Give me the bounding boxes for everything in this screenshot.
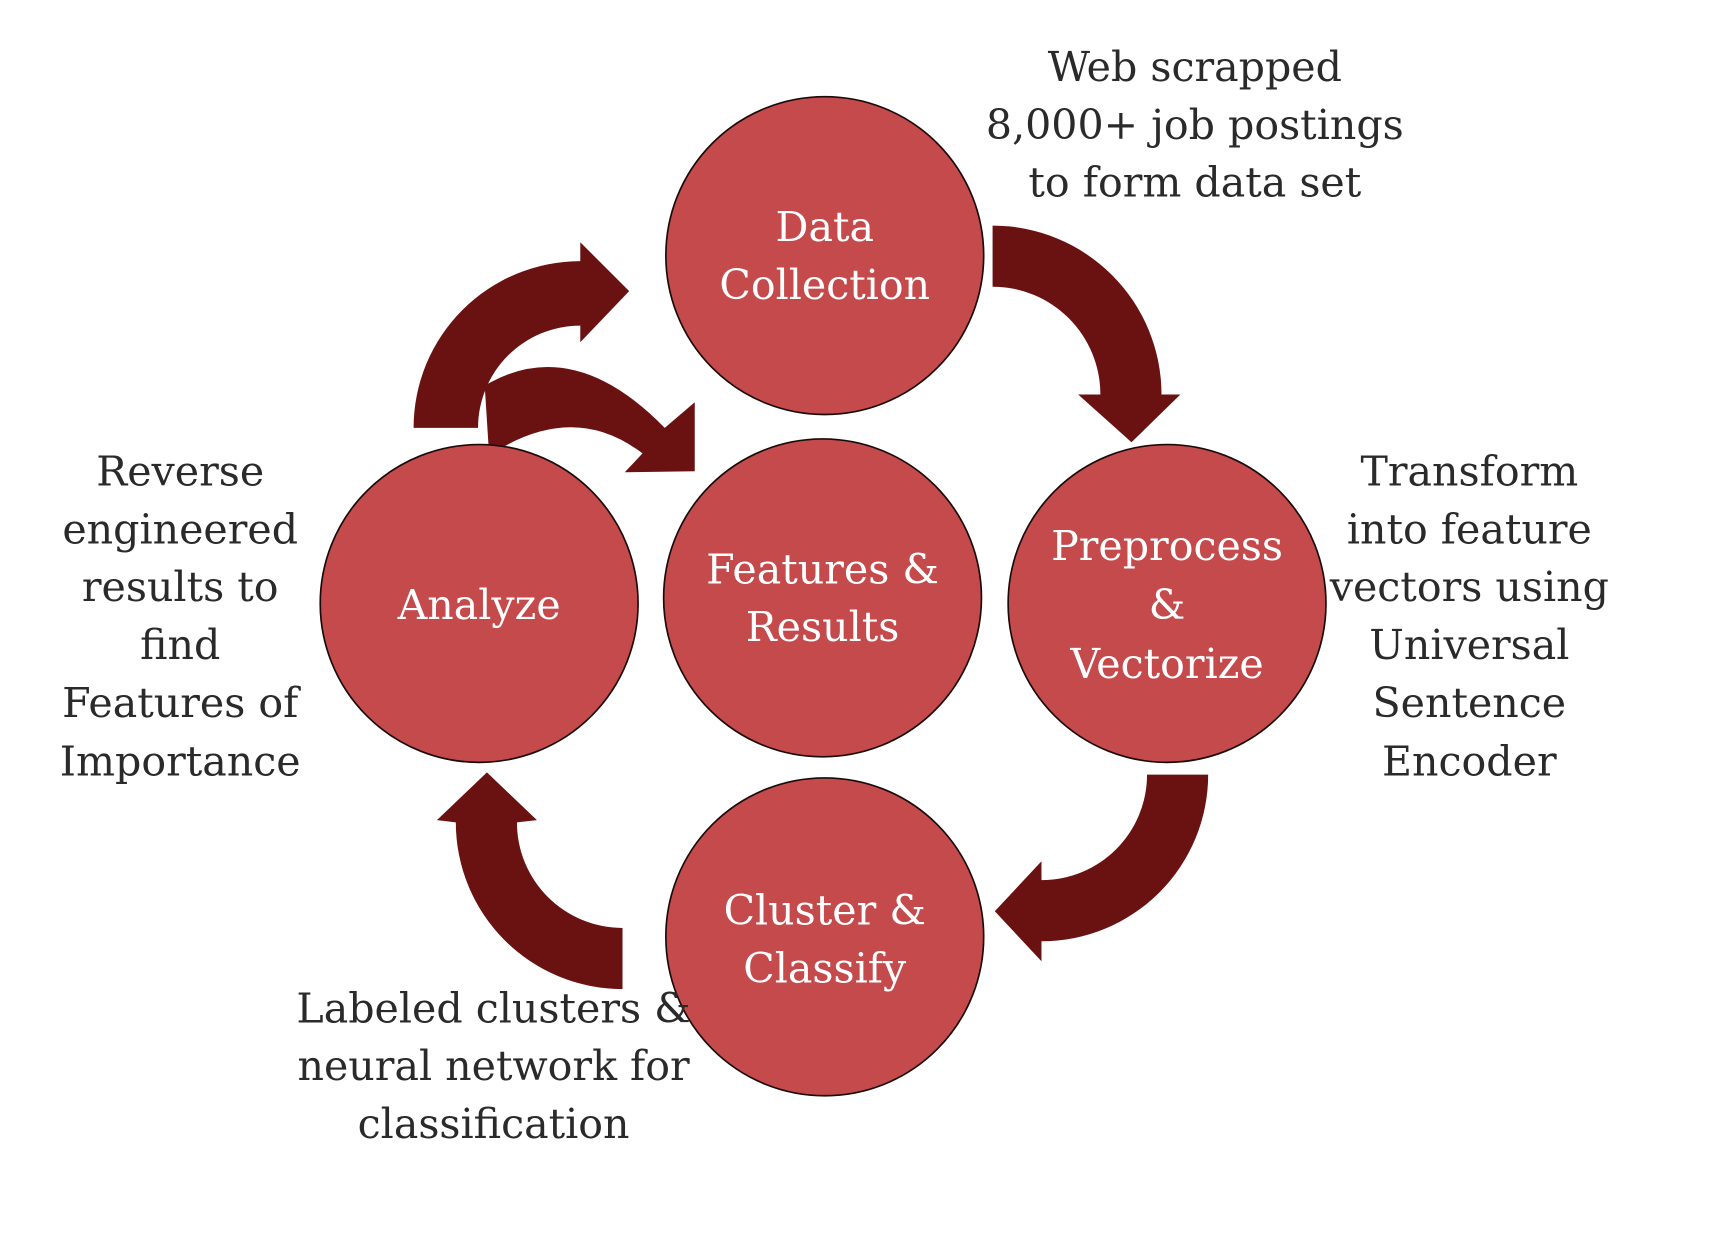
arrow-collection-to-preprocess xyxy=(992,225,1181,443)
arrow-cluster-to-analyze xyxy=(436,772,623,990)
node-label: Cluster & xyxy=(724,887,926,935)
note-line: engineered xyxy=(62,505,298,553)
node-label: Features & xyxy=(706,545,939,593)
node-label: Classify xyxy=(743,944,907,992)
note-right: Transform into feature vectors using Uni… xyxy=(1329,448,1609,786)
node-label: Vectorize xyxy=(1069,640,1263,688)
note-line: 8,000+ job postings xyxy=(986,101,1404,149)
node-features-results: Features & Results xyxy=(662,438,983,758)
note-bottom: Labeled clusters & neural network for cl… xyxy=(296,984,690,1148)
note-line: find xyxy=(140,621,220,669)
note-left: Reverse engineered results to find Featu… xyxy=(60,448,301,786)
note-line: Transform xyxy=(1360,448,1578,496)
note-line: neural network for xyxy=(298,1042,691,1090)
note-line: Universal xyxy=(1369,621,1569,669)
node-label: Results xyxy=(746,603,900,651)
node-label: & xyxy=(1149,581,1186,629)
note-line: Labeled clusters & xyxy=(296,984,690,1032)
note-line: Features of xyxy=(62,679,301,727)
node-data-collection: Data Collection xyxy=(665,95,985,416)
node-label: Collection xyxy=(719,261,930,309)
note-line: Importance xyxy=(60,738,301,786)
node-label: Preprocess xyxy=(1051,522,1283,570)
note-line: Encoder xyxy=(1382,738,1557,786)
note-line: to form data set xyxy=(1028,159,1361,207)
note-line: Sentence xyxy=(1373,679,1567,727)
note-line: results to xyxy=(82,563,279,611)
node-label: Analyze xyxy=(397,581,561,629)
node-cluster-classify: Cluster & Classify xyxy=(665,777,985,1097)
note-top: Web scrapped 8,000+ job postings to form… xyxy=(986,43,1404,207)
note-line: Reverse xyxy=(96,448,264,496)
note-line: classification xyxy=(358,1100,630,1148)
node-preprocess-vectorize: Preprocess & Vectorize xyxy=(1007,443,1327,764)
note-line: Web scrapped xyxy=(1048,43,1342,91)
note-line: into feature xyxy=(1347,505,1592,553)
arrow-preprocess-to-cluster xyxy=(994,774,1209,962)
note-line: vectors using xyxy=(1329,563,1609,611)
node-label: Data xyxy=(776,203,875,251)
node-analyze: Analyze xyxy=(319,443,639,764)
workflow-diagram: Data Collection Features & Results Analy… xyxy=(60,43,1609,1148)
